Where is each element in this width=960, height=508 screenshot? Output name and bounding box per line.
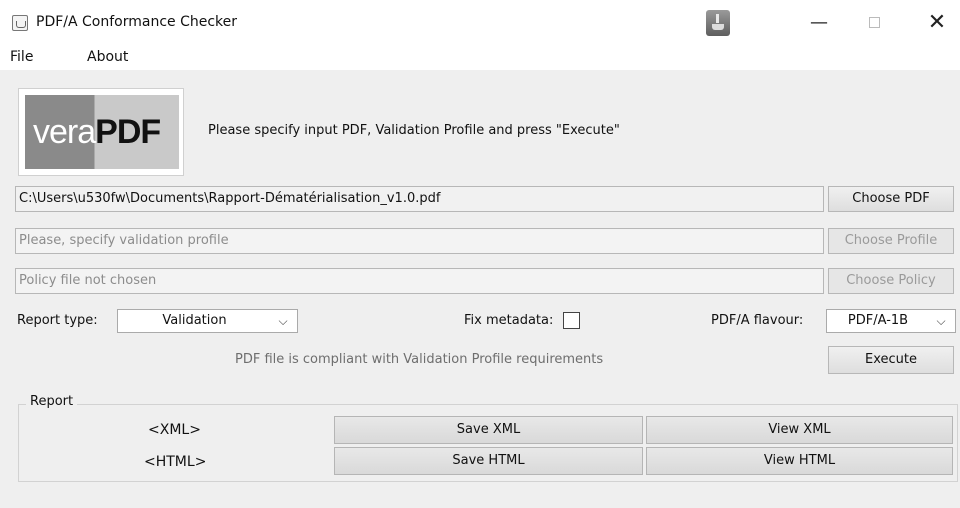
chevron-down-icon: ⌵ (278, 314, 288, 328)
pdf-path-field[interactable]: C:\Users\u530fw\Documents\Rapport-Dématé… (15, 186, 824, 212)
view-html-button[interactable]: View HTML (646, 447, 953, 475)
report-type-value: Validation (162, 313, 227, 328)
java-tray-icon[interactable] (706, 10, 730, 36)
java-app-icon (12, 15, 28, 31)
choose-policy-button[interactable]: Choose Policy (828, 268, 954, 294)
chevron-down-icon: ⌵ (936, 314, 946, 328)
window-title: PDF/A Conformance Checker (36, 14, 238, 30)
logo-background: veraPDF (25, 95, 179, 169)
report-type-label: Report type: (17, 313, 98, 328)
maximize-button[interactable] (851, 8, 897, 38)
maximize-icon (868, 17, 880, 28)
view-xml-button[interactable]: View XML (646, 416, 953, 444)
report-legend: Report (26, 394, 78, 409)
choose-profile-button[interactable]: Choose Profile (828, 228, 954, 254)
report-type-select[interactable]: Validation ⌵ (117, 309, 298, 333)
html-label: <HTML> (144, 454, 207, 470)
execute-button[interactable]: Execute (828, 346, 954, 374)
pdfa-flavour-value: PDF/A-1B (847, 313, 909, 328)
instruction-text: Please specify input PDF, Validation Pro… (208, 123, 620, 138)
logo-vera: vera (33, 113, 96, 151)
choose-pdf-button[interactable]: Choose PDF (828, 186, 954, 212)
menu-bar: File About (0, 46, 960, 70)
status-message: PDF file is compliant with Validation Pr… (235, 352, 604, 367)
title-bar: PDF/A Conformance Checker — ✕ (0, 0, 960, 46)
logo-text: veraPDF (33, 113, 161, 152)
logo-pdf: PDF (95, 113, 161, 151)
pdfa-flavour-select[interactable]: PDF/A-1B ⌵ (826, 309, 956, 333)
fix-metadata-label: Fix metadata: (464, 313, 554, 328)
xml-label: <XML> (148, 422, 201, 438)
verapdf-logo: veraPDF (18, 88, 184, 176)
policy-file-field[interactable]: Policy file not chosen (15, 268, 824, 294)
menu-about[interactable]: About (87, 49, 128, 65)
save-html-button[interactable]: Save HTML (334, 447, 643, 475)
minimize-button[interactable]: — (796, 8, 842, 38)
pdfa-flavour-label: PDF/A flavour: (711, 313, 804, 328)
save-xml-button[interactable]: Save XML (334, 416, 643, 444)
fix-metadata-checkbox[interactable] (563, 312, 580, 329)
close-button[interactable]: ✕ (914, 8, 960, 38)
menu-file[interactable]: File (10, 49, 33, 65)
validation-profile-field[interactable]: Please, specify validation profile (15, 228, 824, 254)
